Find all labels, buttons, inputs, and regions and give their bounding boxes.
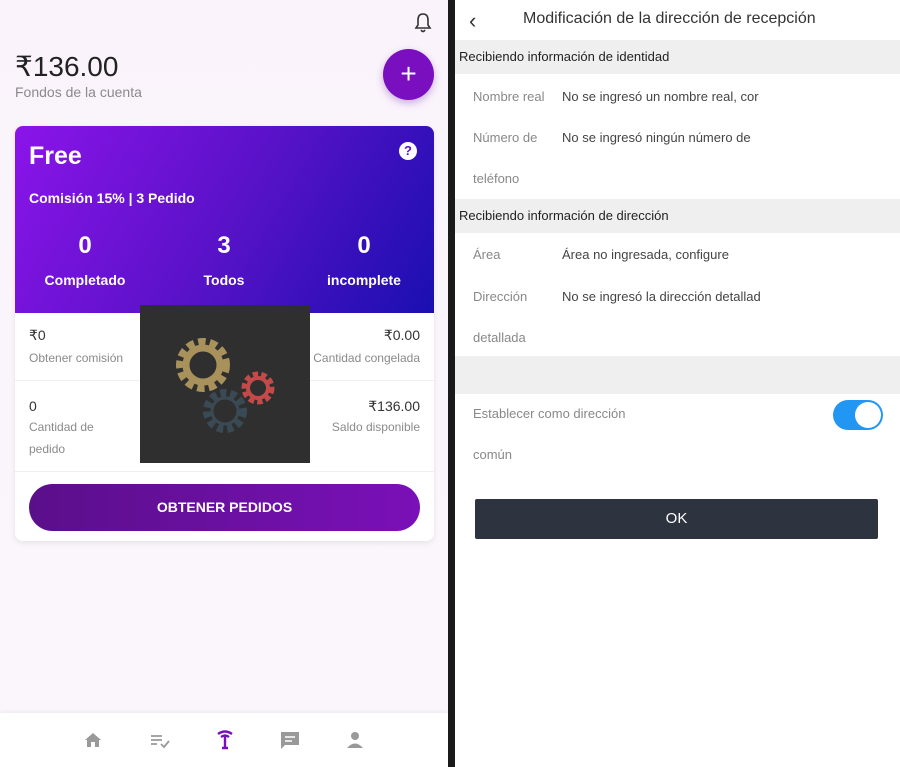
ok-button[interactable]: OK — [475, 499, 878, 539]
list-check-icon[interactable] — [148, 728, 172, 752]
get-orders-button[interactable]: OBTENER PEDIDOS — [29, 484, 420, 531]
default-address-toggle[interactable] — [833, 400, 883, 430]
default-address-label-cont: común — [473, 447, 513, 462]
plan-name: Free — [29, 142, 82, 170]
bell-icon[interactable] — [413, 12, 433, 34]
stat-value: 0 — [78, 232, 92, 259]
gears-icon — [176, 338, 275, 433]
grab-order-icon[interactable] — [213, 728, 237, 752]
plan-header: Free ? Comisión 15% | 3 Pedido 0 Complet… — [15, 126, 434, 313]
available-label: Saldo disponible — [331, 420, 420, 434]
orders-label-cont: pedido — [29, 442, 66, 456]
phone-field[interactable]: No se ingresó ningún número de — [562, 130, 775, 145]
bottom-tab-bar — [0, 713, 448, 767]
available-value: ₹136.00 — [368, 398, 420, 414]
orders-label: Cantidad de — [29, 420, 94, 434]
stat-label: Todos — [203, 272, 245, 288]
wallet-screen: ₹136.00 Fondos de la cuenta + Free ? Com… — [0, 0, 448, 767]
stat-incomplete: 0 incomplete — [294, 232, 434, 288]
name-label: Nombre real — [473, 89, 545, 104]
section-spacer — [455, 356, 900, 394]
identity-section-header: Recibiendo información de identidad — [455, 40, 900, 74]
phone-label: Número de — [473, 130, 538, 145]
account-balance: ₹136.00 — [15, 51, 119, 82]
commission-label: Obtener comisión — [29, 351, 124, 365]
loading-overlay — [140, 305, 310, 463]
default-address-label: Establecer como dirección — [473, 406, 626, 421]
stat-all: 3 Todos — [154, 232, 294, 288]
nav-bar: ‹ Modificación de la dirección de recepc… — [455, 0, 900, 40]
area-field[interactable]: Área no ingresada, configure — [562, 247, 775, 262]
split-divider — [448, 0, 455, 767]
back-icon[interactable]: ‹ — [469, 8, 476, 34]
name-field[interactable]: No se ingresó un nombre real, cor — [562, 89, 775, 104]
page-title: Modificación de la dirección de recepció… — [523, 10, 816, 27]
commission-text: Comisión 15% | 3 Pedido — [29, 190, 195, 206]
orders-value: 0 — [29, 398, 37, 414]
detail-address-label-cont: detallada — [473, 330, 526, 345]
frozen-label: Cantidad congelada — [313, 351, 420, 365]
detail-address-field[interactable]: No se ingresó la dirección detallad — [562, 289, 775, 304]
stat-value: 3 — [217, 232, 231, 259]
stat-label: Completado — [44, 272, 126, 288]
add-funds-button[interactable]: + — [383, 49, 434, 100]
commission-value: ₹0 — [29, 327, 46, 343]
phone-label-cont: teléfono — [473, 171, 520, 186]
home-icon[interactable] — [81, 728, 105, 752]
detail-address-label: Dirección — [473, 289, 528, 304]
address-section-header: Recibiendo información de dirección — [455, 199, 900, 233]
stat-completed: 0 Completado — [15, 232, 155, 288]
toggle-knob — [855, 402, 881, 428]
message-icon[interactable] — [278, 728, 302, 752]
person-icon[interactable] — [343, 728, 367, 752]
area-label: Área — [473, 247, 501, 262]
stat-label: incomplete — [327, 272, 401, 288]
balance-label: Fondos de la cuenta — [15, 84, 142, 100]
address-form-screen: ‹ Modificación de la dirección de recepc… — [455, 0, 900, 767]
stat-value: 0 — [357, 232, 371, 259]
frozen-value: ₹0.00 — [383, 327, 420, 343]
help-icon[interactable]: ? — [399, 142, 417, 160]
